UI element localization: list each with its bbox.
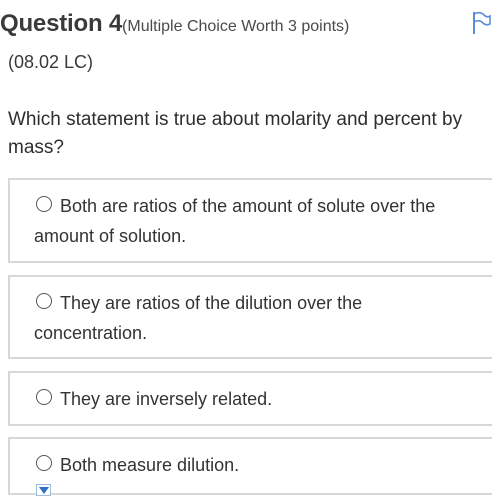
answer-option-label: Both measure dilution. [60,455,240,475]
answer-option-label: They are ratios of the dilution over the… [34,293,363,343]
answer-option-2[interactable]: They are ratios of the dilution over the… [8,275,492,359]
flag-icon[interactable] [471,11,491,35]
answer-option-1[interactable]: Both are ratios of the amount of solute … [8,178,492,263]
scroll-down-button[interactable] [36,484,51,496]
question-page: Question 4(Multiple Choice Worth 3 point… [0,0,492,500]
question-code: (08.02 LC) [8,52,94,72]
question-meta: (Multiple Choice Worth 3 points) [122,18,350,35]
question-header: Question 4(Multiple Choice Worth 3 point… [0,6,492,40]
chevron-down-icon [39,487,49,494]
answer-option-label: They are inversely related. [60,389,273,409]
question-heading: Question 4(Multiple Choice Worth 3 point… [0,10,349,38]
answer-option-4[interactable]: Both measure dilution. [8,437,492,495]
answer-option-label: Both are ratios of the amount of solute … [34,196,436,246]
question-number: Question 4 [0,10,123,37]
question-prompt: Which statement is true about molarity a… [8,109,463,158]
answer-option-3[interactable]: They are inversely related. [8,371,492,426]
